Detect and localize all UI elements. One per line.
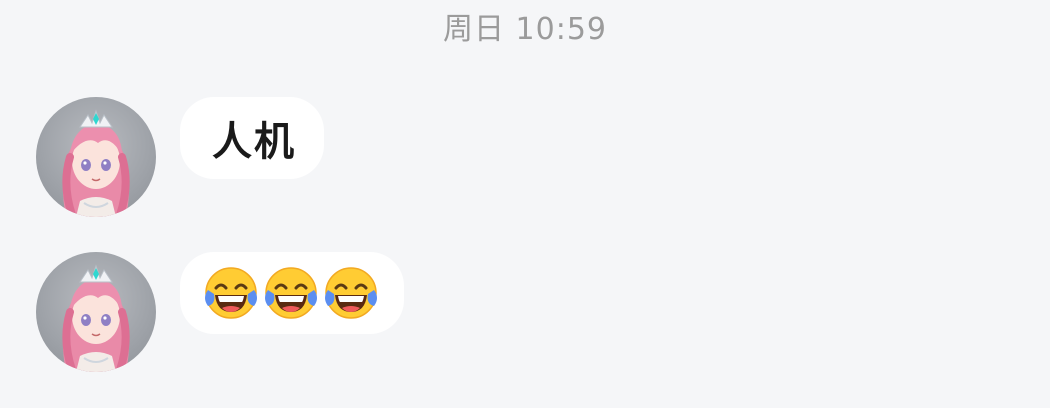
face-with-tears-of-joy-icon [265, 267, 317, 319]
message-bubble[interactable] [180, 252, 404, 334]
message-timestamp: 周日 10:59 [443, 12, 607, 47]
face-with-tears-of-joy-icon [205, 267, 257, 319]
chat-view: 周日 10:59 人机 [0, 0, 1050, 408]
message-bubble[interactable]: 人机 [180, 97, 324, 179]
anime-girl-avatar-icon [62, 109, 130, 217]
face-with-tears-of-joy-icon [325, 267, 377, 319]
avatar[interactable] [36, 97, 156, 217]
message-text: 人机 [212, 119, 296, 165]
anime-girl-avatar-icon [62, 264, 130, 372]
avatar[interactable] [36, 252, 156, 372]
